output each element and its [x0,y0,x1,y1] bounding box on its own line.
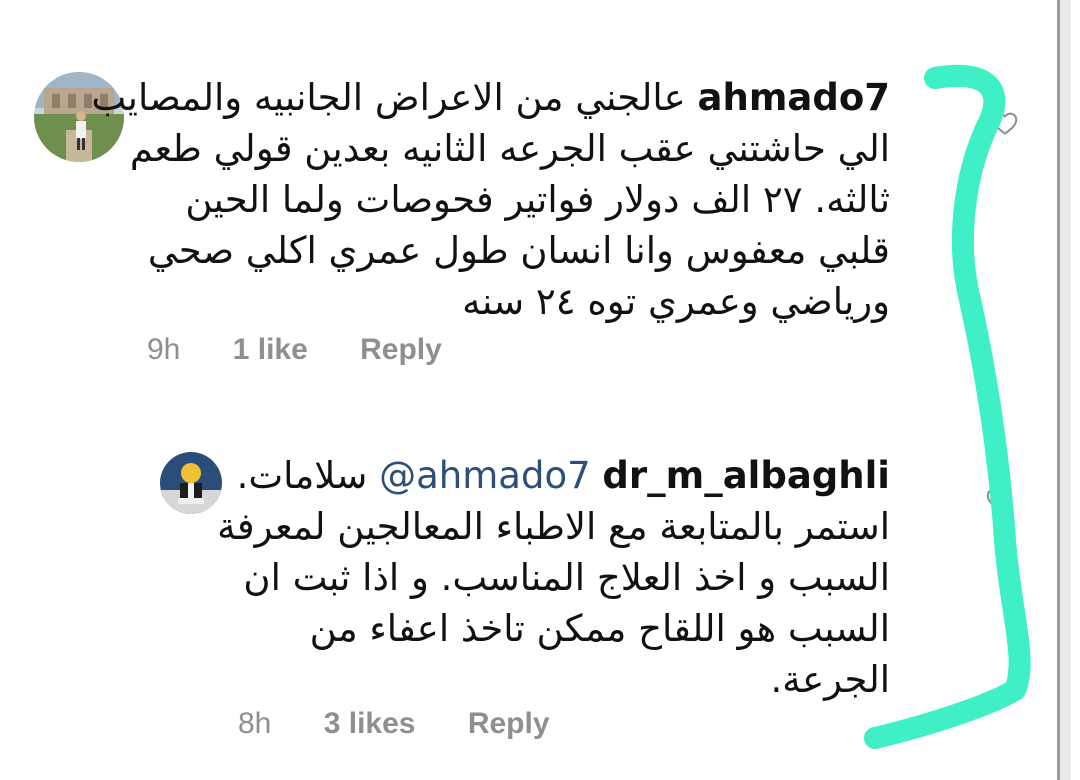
comment-time: 9h [147,333,181,366]
comment-line: السبب و اخذ العلاج المناسب. و اذا ثبت ان [243,556,890,599]
comment-meta: 8h 3 likes Reply [238,707,594,741]
heart-outline-icon[interactable] [984,484,1014,514]
reply-text: dr_m_albaghli @ahmado7 سلامات. استمر بال… [210,450,890,705]
reply-button[interactable]: Reply [468,707,550,740]
heart-outline-icon[interactable] [990,108,1020,138]
comment-username[interactable]: dr_m_albaghli [602,454,890,497]
scrollbar-track[interactable] [1057,0,1071,780]
comment-line: قلبي معفوس وانا انسان طول عمري اكلي صحي [147,229,890,272]
comment-line: الجرعة. [770,658,890,701]
reply-button[interactable]: Reply [360,333,442,366]
comment-line: ورياضي وعمري توه ٢٤ سنه [462,280,890,323]
comment-line: عالجني من الاعراض الجانبيه والمصايب [91,76,686,119]
comment-line: السبب هو اللقاح ممكن تاخذ اعفاء من [309,607,890,650]
comment-likes[interactable]: 1 like [233,333,308,366]
comment-text: ahmado7 عالجني من الاعراض الجانبيه والمص… [91,72,890,327]
comment-line: الي حاشتني عقب الجرعه الثانيه بعدين قولي… [129,127,890,170]
comment-line: سلامات. [236,454,368,497]
comment-line: استمر بالمتابعة مع الاطباء المعالجين لمع… [217,505,890,548]
comment-time: 8h [238,707,272,740]
comment-likes[interactable]: 3 likes [324,707,416,740]
comment-line: ثالثه. ٢٧ الف دولار فواتير فحوصات ولما ا… [185,178,890,221]
comment-meta: 9h 1 like Reply [147,333,486,367]
mention-link[interactable]: @ahmado7 [379,454,591,497]
comment-username[interactable]: ahmado7 [698,76,890,119]
